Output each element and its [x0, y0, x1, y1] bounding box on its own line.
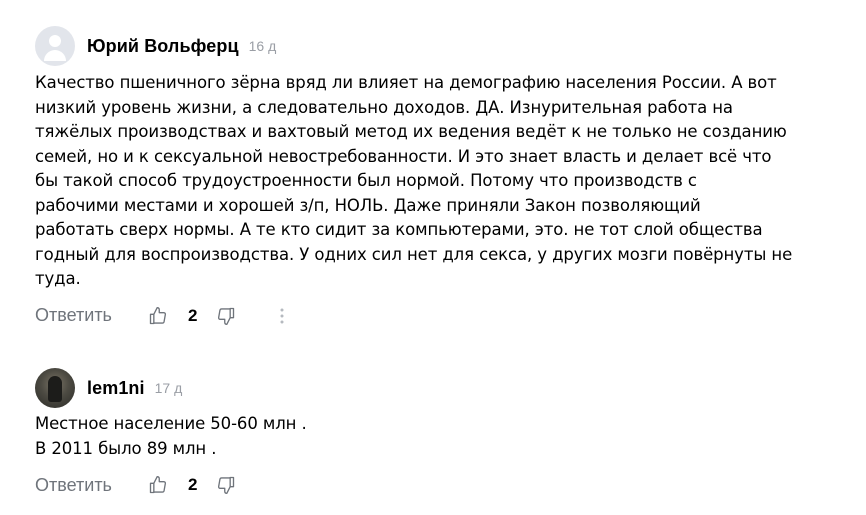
- thumbs-down-icon[interactable]: [215, 305, 237, 327]
- comment-actions: Ответить 2: [35, 303, 845, 329]
- comment-age: 16 д: [248, 38, 277, 54]
- avatar[interactable]: [35, 26, 75, 66]
- author-name[interactable]: Юрий Вольферц: [87, 36, 239, 57]
- author-name[interactable]: lem1ni: [87, 378, 145, 399]
- comment-header: lem1ni 17 д: [35, 368, 845, 408]
- reply-button[interactable]: Ответить: [35, 305, 147, 326]
- like-count: 2: [188, 475, 198, 494]
- reply-button[interactable]: Ответить: [35, 475, 147, 496]
- comment-text: Качество пшеничного зёрна вряд ли влияет…: [35, 73, 793, 288]
- comment-2: lem1ni 17 д Местное население 50-60 млн …: [35, 368, 845, 498]
- thumbs-down-icon[interactable]: [215, 474, 237, 496]
- thumbs-up-icon[interactable]: [147, 474, 169, 496]
- comment-age: 17 д: [154, 380, 183, 396]
- more-vertical-icon[interactable]: [271, 305, 293, 327]
- avatar[interactable]: [35, 368, 75, 408]
- comment-1: Юрий Вольферц 16 д Качество пшеничного з…: [35, 26, 845, 329]
- comment-actions: Ответить 2: [35, 472, 845, 498]
- comment-header: Юрий Вольферц 16 д: [35, 26, 845, 66]
- comment-text: Местное население 50-60 млн . В 2011 был…: [35, 414, 307, 458]
- thumbs-up-icon[interactable]: [147, 305, 169, 327]
- like-count: 2: [188, 305, 198, 325]
